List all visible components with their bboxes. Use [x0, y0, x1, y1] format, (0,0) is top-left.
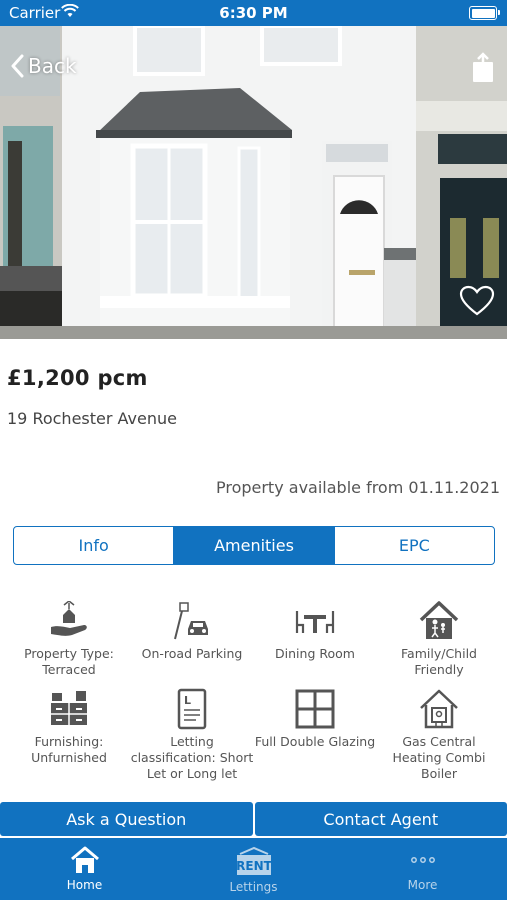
amenity-property-type: Property Type: Terraced — [6, 600, 132, 678]
window-icon — [252, 688, 378, 730]
bottom-tab-bar: Home RENT Lettings More — [0, 838, 507, 900]
tab-more-label: More — [407, 878, 438, 892]
tab-info[interactable]: Info — [14, 527, 175, 564]
dining-table-icon — [252, 600, 378, 642]
amenity-label: Gas Central Heating Combi Boiler — [392, 734, 486, 781]
amenity-label: Property Type: Terraced — [24, 646, 114, 677]
tab-home-label: Home — [66, 878, 103, 892]
amenity-label: Furnishing: Unfurnished — [31, 734, 107, 765]
amenity-label: Letting classification: Short Let or Lon… — [130, 734, 254, 781]
tab-lettings[interactable]: RENT Lettings — [169, 838, 338, 900]
hand-house-icon — [6, 600, 132, 642]
share-icon — [473, 52, 493, 82]
family-house-icon — [376, 600, 502, 642]
chevron-left-icon — [11, 54, 24, 78]
tab-epc[interactable]: EPC — [335, 527, 494, 564]
listing-price: £1,200 pcm — [7, 366, 148, 390]
listing-address: 19 Rochester Avenue — [7, 409, 177, 428]
boiler-icon — [376, 688, 502, 730]
share-button[interactable] — [471, 52, 495, 88]
back-button[interactable]: Back — [10, 54, 77, 78]
rent-sign-icon: RENT — [236, 846, 272, 875]
tab-more[interactable]: More — [338, 838, 507, 900]
amenity-label: Family/Child Friendly — [401, 646, 477, 677]
status-time: 6:30 PM — [219, 4, 288, 22]
detail-tabs: Info Amenities EPC — [13, 526, 495, 565]
tab-home[interactable]: Home — [0, 838, 169, 900]
heart-icon — [459, 285, 495, 316]
tab-amenities[interactable]: Amenities — [174, 527, 335, 564]
ask-question-button[interactable]: Ask a Question — [0, 802, 253, 836]
amenity-furnishing: Furnishing: Unfurnished — [6, 688, 132, 766]
tab-lettings-label: Lettings — [229, 880, 278, 894]
contact-agent-button[interactable]: Contact Agent — [254, 802, 507, 836]
amenity-parking: On-road Parking — [129, 600, 255, 662]
home-icon — [70, 846, 99, 873]
favourite-button[interactable] — [459, 285, 495, 321]
amenity-heating: Gas Central Heating Combi Boiler — [376, 688, 502, 782]
availability-date: Property available from 01.11.2021 — [215, 478, 500, 497]
action-bar: Ask a Question Contact Agent — [0, 802, 507, 836]
amenity-label: On-road Parking — [141, 646, 243, 661]
amenity-dining-room: Dining Room — [252, 600, 378, 662]
amenity-double-glazing: Full Double Glazing — [252, 688, 378, 750]
amenity-label: Dining Room — [275, 646, 355, 661]
amenity-letting-classification: L Letting classification: Short Let or L… — [129, 688, 255, 782]
back-label: Back — [28, 54, 77, 78]
document-icon: L — [129, 688, 255, 730]
rent-badge: RENT — [236, 859, 272, 873]
more-dots-icon — [410, 857, 435, 863]
amenity-label: Full Double Glazing — [254, 734, 376, 749]
status-bar: Carrier 6:30 PM — [0, 0, 507, 26]
furniture-icon — [6, 688, 132, 730]
battery-icon — [469, 6, 500, 20]
car-parking-icon — [129, 600, 255, 642]
svg-text:L: L — [184, 694, 191, 707]
amenity-family-friendly: Family/Child Friendly — [376, 600, 502, 678]
